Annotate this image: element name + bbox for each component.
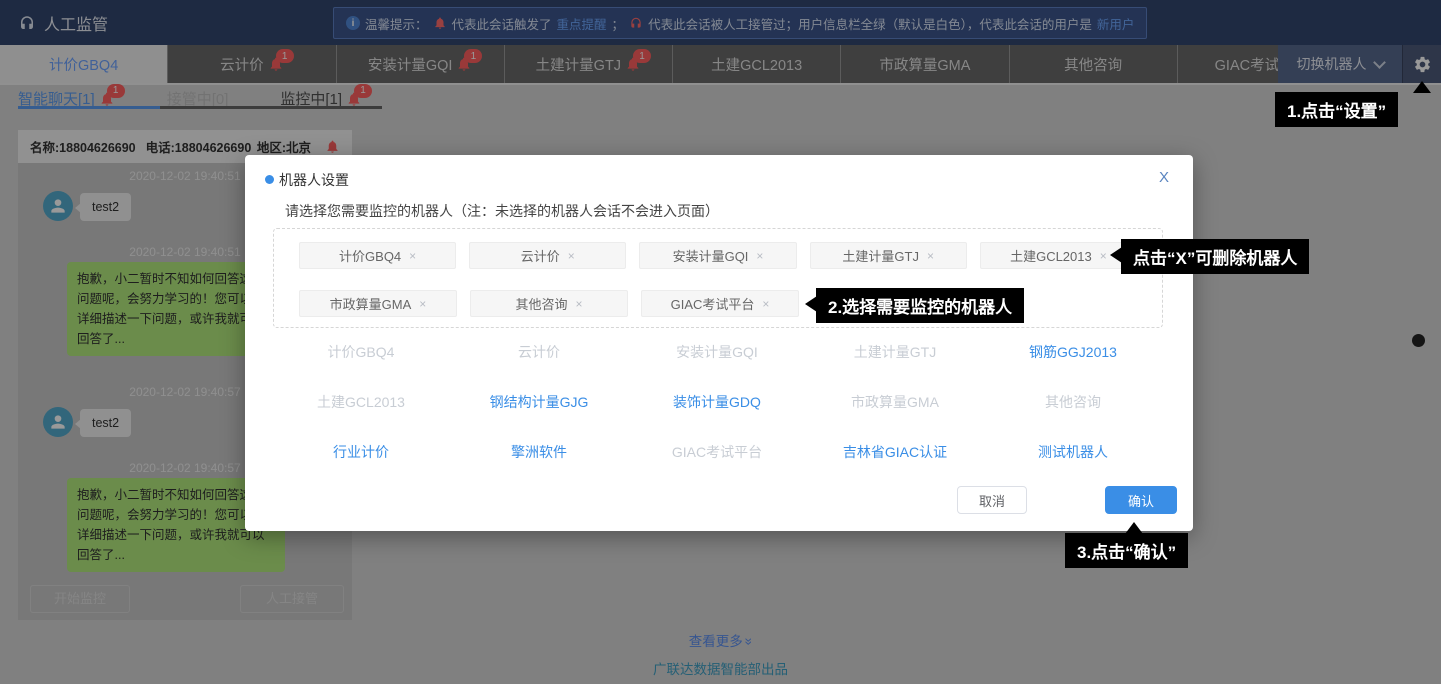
robot-option[interactable]: 擎洲软件 [450, 427, 628, 477]
robot-option: 土建GCL2013 [272, 377, 450, 427]
robot-option[interactable]: 测试机器人 [984, 427, 1162, 477]
robot-option: 市政算量GMA [806, 377, 984, 427]
annotation-step2: 2.选择需要监控的机器人 [816, 288, 1024, 323]
chip-label: 计价GBQ4 [339, 246, 401, 265]
robot-option[interactable]: 钢结构计量GJG [450, 377, 628, 427]
chip-label: 土建计量GTJ [842, 246, 919, 265]
robot-option: 云计价 [450, 327, 628, 377]
annotation-text: 1.点击“设置” [1287, 102, 1386, 121]
chip-gtj[interactable]: 土建计量GTJ × [810, 242, 967, 269]
remove-x-icon[interactable]: × [568, 249, 575, 263]
dialog-subtitle: 请选择您需要监控的机器人（注：未选择的机器人会话不会进入页面） [285, 201, 719, 221]
remove-x-icon[interactable]: × [1100, 249, 1107, 263]
cancel-button[interactable]: 取消 [957, 486, 1027, 514]
remove-x-icon[interactable]: × [419, 297, 426, 311]
annotation-step1: 1.点击“设置” [1275, 92, 1398, 127]
robot-option: 土建计量GTJ [806, 327, 984, 377]
remove-x-icon[interactable]: × [576, 297, 583, 311]
chip-gma[interactable]: 市政算量GMA × [299, 290, 457, 317]
robot-option: 其他咨询 [984, 377, 1162, 427]
annotation-arrow-up [1413, 81, 1431, 93]
remove-x-icon[interactable]: × [409, 249, 416, 263]
annotation-arrow-up [1125, 522, 1143, 534]
robot-option[interactable]: 吉林省GIAC认证 [806, 427, 984, 477]
annotation-step3: 3.点击“确认” [1065, 533, 1188, 568]
robot-settings-dialog: 机器人设置 X 请选择您需要监控的机器人（注：未选择的机器人会话不会进入页面） … [245, 155, 1193, 531]
annotation-arrow-left [805, 296, 817, 312]
remove-x-icon[interactable]: × [756, 249, 763, 263]
chip-giac[interactable]: GIAC考试平台 × [641, 290, 799, 317]
chip-label: 安装计量GQI [673, 246, 749, 265]
robot-options-grid: 计价GBQ4 云计价 安装计量GQI 土建计量GTJ 钢筋GGJ2013 土建G… [272, 327, 1162, 477]
chip-label: GIAC考试平台 [671, 294, 755, 313]
chip-label: 土建GCL2013 [1010, 246, 1092, 265]
annotation-text: 2.选择需要监控的机器人 [828, 298, 1012, 317]
chip-gbq4[interactable]: 计价GBQ4 × [299, 242, 456, 269]
remove-x-icon[interactable]: × [927, 249, 934, 263]
chip-gqi[interactable]: 安装计量GQI × [639, 242, 796, 269]
selected-chips-row-1: 计价GBQ4 × 云计价 × 安装计量GQI × 土建计量GTJ × 土建GCL2013… [299, 242, 1137, 269]
robot-option[interactable]: 装饰计量GDQ [628, 377, 806, 427]
chip-other[interactable]: 其他咨询 × [470, 290, 628, 317]
annotation-text: 3.点击“确认” [1077, 543, 1176, 562]
black-dot-marker [1412, 334, 1425, 347]
robot-option[interactable]: 行业计价 [272, 427, 450, 477]
blue-dot-icon [265, 175, 274, 184]
chip-label: 市政算量GMA [330, 294, 412, 313]
robot-option: 计价GBQ4 [272, 327, 450, 377]
confirm-button[interactable]: 确认 [1105, 486, 1177, 514]
chip-label: 其他咨询 [515, 294, 567, 313]
chip-label: 云计价 [521, 246, 560, 265]
dialog-title: 机器人设置 [279, 170, 349, 190]
robot-option[interactable]: 钢筋GGJ2013 [984, 327, 1162, 377]
annotation-delete-note: 点击“X”可删除机器人 [1121, 239, 1309, 274]
close-icon[interactable]: X [1159, 169, 1169, 186]
remove-x-icon[interactable]: × [762, 297, 769, 311]
annotation-arrow-left [1110, 247, 1122, 263]
annotation-text: 点击“X”可删除机器人 [1133, 249, 1297, 268]
robot-option: GIAC考试平台 [628, 427, 806, 477]
robot-option: 安装计量GQI [628, 327, 806, 377]
chip-yunjijia[interactable]: 云计价 × [469, 242, 626, 269]
selected-robots-box: 计价GBQ4 × 云计价 × 安装计量GQI × 土建计量GTJ × 土建GCL2013… [273, 228, 1163, 328]
